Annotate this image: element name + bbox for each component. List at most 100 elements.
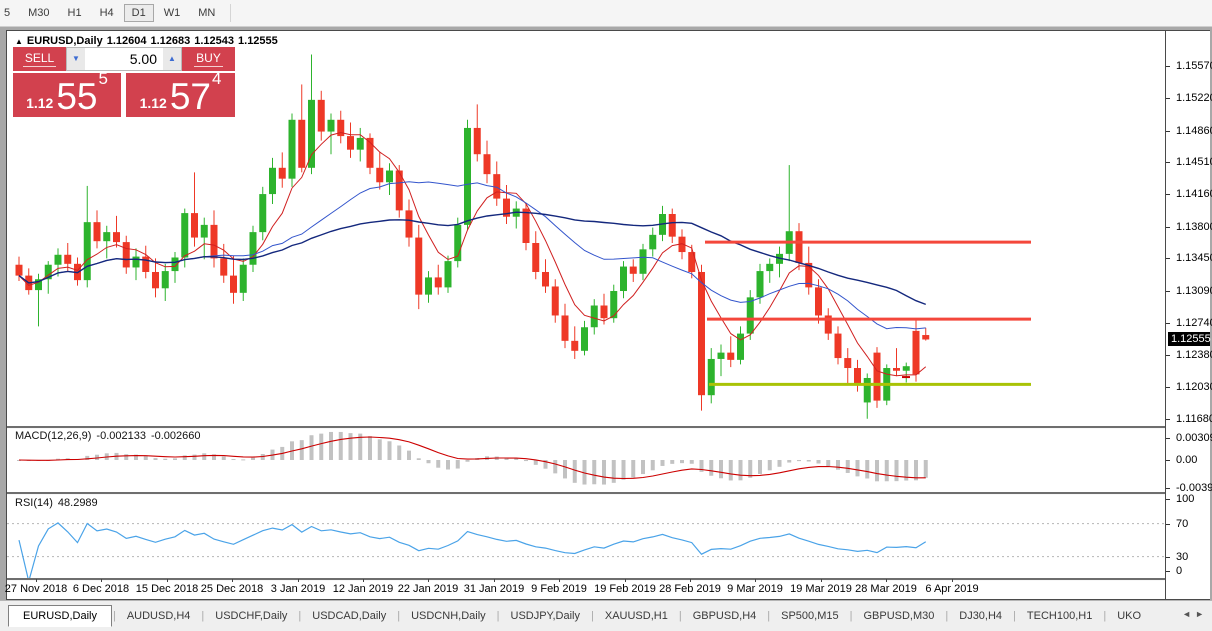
toolbar-separator (230, 4, 232, 22)
chart-tab-gbpusd[interactable]: GBPUSD,H4 (683, 606, 767, 626)
chart-tab-usdchf[interactable]: USDCHF,Daily (205, 606, 297, 626)
chart-tab-eurusd[interactable]: EURUSD,Daily (8, 605, 112, 627)
date-label: 22 Jan 2019 (397, 583, 459, 595)
chart-tab-usdjpy[interactable]: USDJPY,Daily (501, 606, 591, 626)
buy-price-box[interactable]: 1.12 57 4 (126, 69, 235, 117)
volume-spinner: ▼ ▲ (66, 47, 182, 71)
date-label: 31 Jan 2019 (463, 583, 525, 595)
axis-tick-mark (1166, 194, 1170, 195)
date-tick-mark (298, 579, 299, 582)
date-tick-mark (494, 579, 495, 582)
chart-tab-audusd[interactable]: AUDUSD,H4 (117, 606, 201, 626)
sell-price-pip: 5 (98, 69, 108, 88)
axis-tick-mark (1166, 460, 1170, 461)
rsi-name: RSI(14) (15, 497, 53, 509)
date-tick-mark (821, 579, 822, 582)
chart-tab-sp500[interactable]: SP500,M15 (771, 606, 848, 626)
price-tick-label: 1.13090 (1176, 285, 1212, 297)
price-tick-label: 1.15570 (1176, 60, 1212, 72)
macd-indicator-label: MACD(12,26,9) -0.002133 -0.002660 (15, 430, 206, 442)
date-label: 28 Feb 2019 (659, 583, 721, 595)
price-tick-label: 1.13800 (1176, 221, 1212, 233)
sell-price-main: 55 (56, 76, 98, 117)
tab-separator: | (201, 610, 205, 622)
price-tick-label: 1.14510 (1176, 156, 1212, 168)
timeframe-button-d1[interactable]: D1 (123, 4, 154, 22)
axis-tick-mark (1166, 387, 1170, 388)
chart-tab-bar: EURUSD,Daily | AUDUSD,H4 | USDCHF,Daily | USDC… (0, 600, 1212, 631)
date-label: 15 Dec 2018 (135, 583, 199, 595)
date-tick-mark (232, 579, 233, 582)
sell-button[interactable]: SELL (13, 47, 66, 71)
chart-tab-uko[interactable]: UKO (1107, 606, 1151, 626)
tab-scroll-arrows[interactable]: ◄► (1182, 609, 1208, 619)
macd-name: MACD(12,26,9) (15, 430, 92, 442)
price-tick-label: 1.14860 (1176, 125, 1212, 137)
axis-tick-mark (1166, 258, 1170, 259)
volume-increase-button[interactable]: ▲ (163, 48, 181, 70)
macd-value-main: -0.002133 (96, 430, 146, 442)
timeframe-button-mn[interactable]: MN (190, 4, 223, 22)
chart-window: ▲ EURUSD,Daily 1.12604 1.12683 1.12543 1.1255… (4, 30, 1212, 600)
tab-separator: | (678, 610, 682, 622)
date-label: 12 Jan 2019 (332, 583, 394, 595)
chart-tab-usdcad[interactable]: USDCAD,Daily (302, 606, 396, 626)
buy-price-main: 57 (169, 76, 211, 117)
axis-tick-mark (1166, 98, 1170, 99)
rsi-axis-label: 70 (1176, 518, 1189, 530)
date-tick-mark (755, 579, 756, 582)
date-tick-mark (625, 579, 626, 582)
axis-tick-mark (1166, 227, 1170, 228)
axis-tick-mark (1166, 131, 1170, 132)
sell-price-box[interactable]: 1.12 55 5 (13, 69, 121, 117)
date-label: 28 Mar 2019 (855, 583, 917, 595)
rsi-axis-label: 30 (1176, 551, 1189, 563)
tab-separator: | (591, 610, 594, 622)
price-tick-label: 1.12030 (1176, 381, 1212, 393)
macd-value-signal: -0.002660 (150, 430, 201, 442)
price-axis[interactable]: 1.15570 1.15220 1.14860 1.14510 1.14160 1.138… (1165, 31, 1212, 599)
axis-tick-mark (1166, 438, 1170, 439)
price-tick-label: 1.11680 (1176, 413, 1212, 425)
timeframe-button-5[interactable]: 5 (0, 4, 18, 22)
tab-separator: | (849, 610, 853, 622)
price-tick-label: 1.14160 (1176, 188, 1212, 200)
rsi-axis-label: 0 (1176, 565, 1183, 577)
tab-separator: | (767, 610, 771, 622)
chart-tab-usdcnh[interactable]: USDCNH,Daily (401, 606, 496, 626)
tab-separator: | (112, 610, 116, 622)
one-click-trading-widget: SELL ▼ ▲ BUY 1.12 55 5 1.12 57 4 (13, 47, 235, 117)
volume-input[interactable] (85, 48, 163, 70)
tab-separator: | (298, 610, 302, 622)
sell-price-prefix: 1.12 (26, 95, 54, 111)
timeframe-button-m30[interactable]: M30 (20, 4, 57, 22)
rsi-panel-chart[interactable] (7, 494, 1165, 578)
volume-decrease-button[interactable]: ▼ (67, 48, 85, 70)
price-tick-label: 1.12380 (1176, 349, 1212, 361)
sell-button-label: SELL (22, 51, 57, 67)
chart-tab-tech100[interactable]: TECH100,H1 (1017, 606, 1102, 626)
chart-tab-xauusd[interactable]: XAUUSD,H1 (595, 606, 678, 626)
rsi-value: 48.2989 (57, 497, 98, 509)
axis-tick-mark (1166, 162, 1170, 163)
tab-separator: | (1103, 610, 1107, 622)
date-axis[interactable]: 27 Nov 2018 6 Dec 2018 15 Dec 2018 25 Dec 2… (4, 579, 1165, 599)
tab-separator: | (496, 610, 500, 622)
axis-tick-mark (1166, 323, 1170, 324)
date-label: 27 Nov 2018 (4, 583, 68, 595)
buy-button[interactable]: BUY (182, 47, 235, 71)
axis-tick-mark (1166, 66, 1170, 67)
rsi-axis-label: 100 (1176, 493, 1195, 505)
axis-tick-mark (1166, 291, 1170, 292)
timeframe-button-h1[interactable]: H1 (60, 4, 90, 22)
chart-tab-dj30[interactable]: DJ30,H4 (949, 606, 1012, 626)
price-tick-label: 1.15220 (1176, 92, 1212, 104)
buy-price-prefix: 1.12 (139, 95, 167, 111)
buy-price-pip: 4 (211, 69, 222, 88)
timeframe-button-h4[interactable]: H4 (92, 4, 122, 22)
axis-tick-mark (1166, 499, 1170, 500)
chart-tab-gbpusd[interactable]: GBPUSD,M30 (853, 606, 944, 626)
macd-axis-label: 0.003095 (1176, 432, 1212, 444)
timeframe-button-w1[interactable]: W1 (156, 4, 189, 22)
tab-separator: | (945, 610, 949, 622)
